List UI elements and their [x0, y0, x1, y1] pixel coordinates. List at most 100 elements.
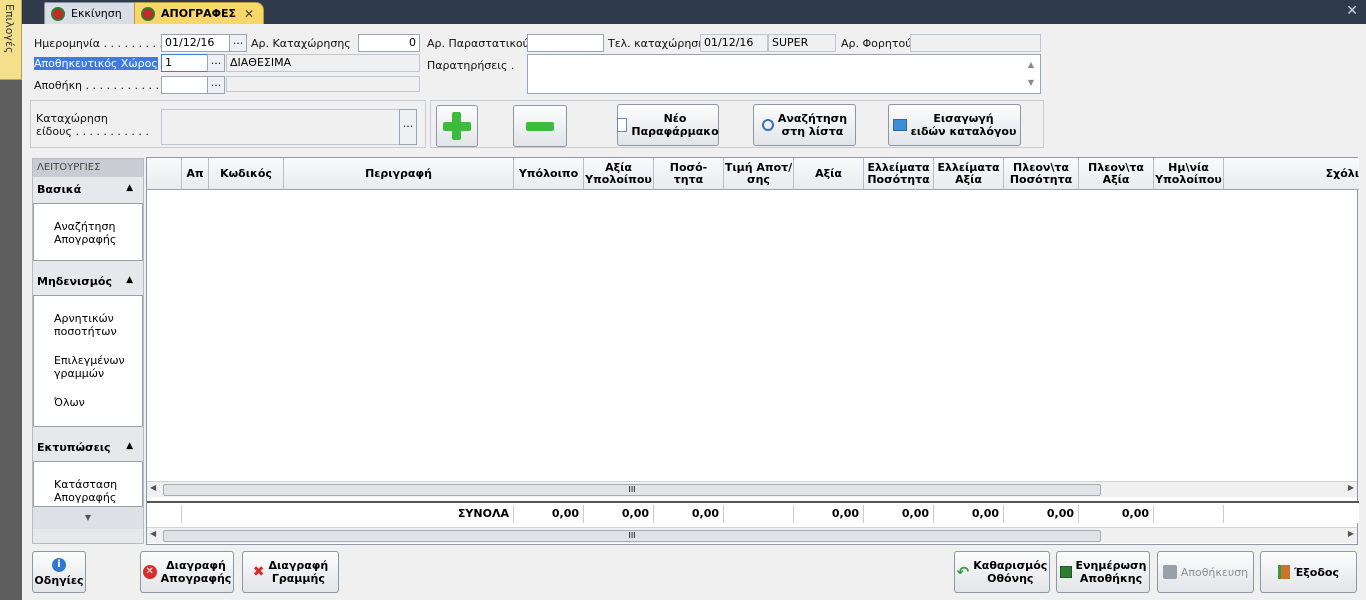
- nav-item-search-inventory[interactable]: Αναζήτηση Απογραφής: [34, 220, 124, 246]
- tab-close-icon[interactable]: ✕: [244, 7, 254, 21]
- storage-picker-button[interactable]: ...: [207, 54, 225, 72]
- scroll-thumb[interactable]: III: [163, 484, 1101, 496]
- options-side-tab[interactable]: Επιλογές: [0, 0, 22, 80]
- scroll-left-icon[interactable]: ◀: [150, 529, 156, 538]
- totals-horizontal-scrollbar[interactable]: ◀ III ▶: [147, 527, 1357, 543]
- column-header[interactable]: Απ: [182, 158, 209, 190]
- total-surplus-value: 0,00: [1079, 505, 1154, 523]
- storage-code-field[interactable]: 1: [161, 54, 209, 72]
- column-header[interactable]: Ποσό-τητα: [654, 158, 724, 190]
- nav-group-prints[interactable]: Εκτυπώσεις ▲: [33, 435, 143, 461]
- minus-icon: [520, 108, 560, 144]
- tab-start-label: Εκκίνηση: [71, 7, 122, 20]
- nav-item-all[interactable]: Όλων: [34, 396, 142, 409]
- total-value: 0,00: [794, 505, 864, 523]
- tab-inventory[interactable]: ΑΠΟΓΡΑΦΕΣ ✕: [134, 2, 264, 24]
- column-header[interactable]: Πλεον\τα Ποσότητα: [1004, 158, 1079, 190]
- date-label: Ημερομηνία . . . . . . . . .: [34, 37, 163, 50]
- doc-no-field[interactable]: [527, 34, 604, 52]
- nav-group-prints-items: Κατάσταση Απογραφής: [33, 461, 143, 507]
- chevron-up-icon: ▲: [126, 441, 133, 451]
- column-header[interactable]: Περιγραφή: [284, 158, 514, 190]
- remove-line-button[interactable]: [513, 105, 567, 147]
- column-header[interactable]: Ελλείματα Αξία: [934, 158, 1004, 190]
- warehouse-label: Αποθήκη . . . . . . . . . . . .: [34, 79, 166, 92]
- cargo-label: Αρ. Φορητού: [841, 37, 912, 50]
- nav-item-inventory-report[interactable]: Κατάσταση Απογραφής: [34, 478, 120, 504]
- item-entry-field[interactable]: [161, 109, 401, 145]
- column-header[interactable]: Ημ\νία Υπολοίπου: [1154, 158, 1224, 190]
- delete-line-button[interactable]: ✖ Διαγραφή Γραμμής: [242, 551, 339, 593]
- total-balance-value: 0,00: [584, 505, 654, 523]
- warehouse-field[interactable]: [161, 76, 209, 94]
- total-surplus-qty: 0,00: [1004, 505, 1079, 523]
- column-header[interactable]: Αξία: [794, 158, 864, 190]
- update-warehouse-button[interactable]: Ενημέρωση Αποθήκης: [1056, 551, 1150, 593]
- nav-item-negative-quantities[interactable]: Αρνητικών ποσοτήτων: [34, 312, 120, 338]
- cargo-field: [910, 34, 1041, 52]
- column-header[interactable]: Υπόλοιπο: [514, 158, 584, 190]
- app-logo-icon: [51, 6, 65, 21]
- column-header[interactable]: Τιμή Αποτ/σης: [724, 158, 794, 190]
- scroll-right-icon[interactable]: ▶: [1348, 529, 1354, 538]
- date-picker-button[interactable]: ...: [229, 34, 247, 52]
- grid-header: Απ Κωδικός Περιγραφή Υπόλοιπο Αξία Υπολο…: [147, 158, 1359, 190]
- column-header[interactable]: Πλεον\τα Αξία: [1079, 158, 1154, 190]
- scroll-right-icon[interactable]: ▶: [1348, 483, 1354, 492]
- nav-group-zeroing[interactable]: Μηδενισμός ▲: [33, 269, 143, 295]
- functions-nav: ΛΕΙΤΟΥΡΓΙΕΣ Βασικά ▲ Αναζήτηση Απογραφής …: [32, 158, 144, 544]
- close-icon: ✖: [252, 563, 265, 580]
- total-shortage-qty: 0,00: [864, 505, 934, 523]
- doc-no-label: Αρ. Παραστατικού .: [427, 37, 537, 50]
- clear-screen-button[interactable]: ↶ Καθαρισμός Οθόνης: [954, 551, 1050, 593]
- chevron-up-icon: ▲: [126, 183, 133, 193]
- storage-name: ΔΙΑΘΕΣΙΜΑ: [226, 54, 420, 72]
- warehouse-name: [226, 76, 420, 92]
- search-list-button[interactable]: Αναζήτηση στη λίστα: [753, 104, 856, 146]
- notes-scroll-arrows[interactable]: ▲ ▼: [1024, 56, 1038, 92]
- item-entry-picker-button[interactable]: ...: [399, 109, 417, 145]
- last-entry-user: SUPER: [768, 34, 836, 52]
- delete-inventory-button[interactable]: ✕ Διαγραφή Απογραφής: [140, 551, 234, 593]
- undo-icon: ↶: [956, 562, 970, 581]
- column-select[interactable]: [147, 158, 182, 190]
- warehouse-picker-button[interactable]: ...: [207, 76, 225, 94]
- column-header[interactable]: Αξία Υπολοίπου: [584, 158, 654, 190]
- plus-icon: [437, 108, 477, 144]
- help-button[interactable]: i Οδηγίες: [32, 551, 86, 593]
- storage-label: Αποθηκευτικός Χώρος: [34, 57, 158, 70]
- reg-no-label: Αρ. Καταχώρησης: [251, 37, 351, 50]
- last-entry-label: Τελ. καταχώρηση: [608, 37, 706, 50]
- warehouse-icon: [1059, 566, 1072, 578]
- nav-item-selected-lines[interactable]: Επιλεγμένων γραμμών: [34, 354, 125, 380]
- new-drug-button[interactable]: Νέο Παραφάρμακο: [617, 104, 719, 146]
- chevron-up-icon: ▲: [126, 275, 133, 285]
- import-catalog-button[interactable]: Εισαγωγή ειδών καταλόγου: [888, 104, 1021, 146]
- item-entry-label-2: είδους . . . . . . . . . . .: [36, 125, 149, 138]
- column-header[interactable]: Κωδικός: [209, 158, 284, 190]
- exit-button[interactable]: Έξοδος: [1260, 551, 1357, 593]
- column-header[interactable]: Ελλείματα Ποσότητα: [864, 158, 934, 190]
- delete-icon: ✕: [142, 565, 157, 579]
- reg-no-field[interactable]: 0: [358, 34, 420, 52]
- totals-row: ΣΥΝΟΛΑ 0,00 0,00 0,00 0,00 0,00 0,00 0,0…: [147, 501, 1359, 523]
- notes-field[interactable]: [527, 54, 1041, 94]
- scroll-thumb[interactable]: III: [163, 530, 1101, 542]
- grid-horizontal-scrollbar[interactable]: ◀ III ▶: [147, 481, 1357, 497]
- total-balance: 0,00: [514, 505, 584, 523]
- app-logo-icon: [141, 6, 155, 21]
- nav-group-basic-items: Αναζήτηση Απογραφής: [33, 203, 143, 261]
- notes-label: Παρατηρήσεις .: [427, 59, 515, 72]
- scroll-left-icon[interactable]: ◀: [150, 483, 156, 492]
- total-quantity: 0,00: [654, 505, 724, 523]
- nav-group-basic[interactable]: Βασικά ▲: [33, 177, 143, 203]
- document-tab-bar: Εκκίνηση ΑΠΟΓΡΑΦΕΣ ✕ ✕: [22, 0, 1366, 24]
- item-entry-label: Καταχώρηση: [36, 112, 108, 125]
- add-line-button[interactable]: [436, 105, 478, 147]
- save-button[interactable]: Αποθήκευση: [1157, 551, 1254, 593]
- column-header[interactable]: Σχόλι: [1224, 158, 1359, 190]
- date-field[interactable]: 01/12/16: [161, 34, 231, 52]
- window-close-icon[interactable]: ✕: [1346, 3, 1358, 19]
- nav-scroll-down-icon[interactable]: ▼: [33, 507, 143, 529]
- inventory-form: Ημερομηνία . . . . . . . . . 01/12/16 ..…: [22, 24, 1366, 600]
